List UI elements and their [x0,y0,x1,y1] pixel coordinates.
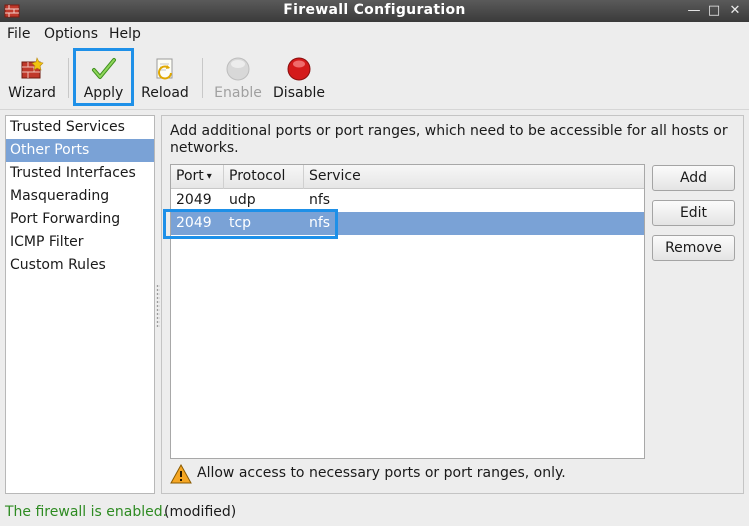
menu-help[interactable]: Help [109,26,141,42]
warning-text: Allow access to necessary ports or port … [197,465,566,481]
wizard-icon [19,56,45,86]
add-button[interactable]: Add [652,165,735,191]
menu-options[interactable]: Options [44,26,98,42]
category-list: Trusted Services Other Ports Trusted Int… [5,115,155,494]
remove-button[interactable]: Remove [652,235,735,261]
modified-indicator: (modified) [164,504,237,520]
status-bar: The firewall is enabled. (modified) [0,499,749,526]
apply-label: Apply [83,85,124,101]
nav-item-other-ports[interactable]: Other Ports [6,139,154,162]
other-ports-panel: Add additional ports or port ranges, whi… [161,115,744,494]
title-bar: Firewall Configuration — □ ✕ [0,0,749,22]
menu-file[interactable]: File [7,26,30,42]
disable-label: Disable [273,85,325,101]
column-header-port-label: Port [176,168,204,184]
nav-item-trusted-services[interactable]: Trusted Services [6,116,154,139]
reload-label: Reload [141,85,189,101]
cell-port: 2049 [176,215,212,231]
ports-table: Port ▾ Protocol Service 2049 udp nfs 2049… [170,164,645,459]
table-row-selected[interactable]: 2049 tcp nfs [171,212,644,235]
window-title: Firewall Configuration [283,2,466,18]
cell-protocol: udp [229,192,256,208]
warning-icon [170,463,192,488]
cell-protocol: tcp [229,215,252,231]
cell-service: nfs [309,192,331,208]
toolbar-separator [202,58,203,98]
nav-item-custom-rules[interactable]: Custom Rules [6,254,154,277]
maximize-icon[interactable]: □ [706,3,722,19]
enable-circle-icon [225,56,251,86]
cell-service: nfs [309,215,331,231]
column-header-port[interactable]: Port ▾ [171,165,224,189]
reload-button[interactable]: Reload [137,48,193,106]
checkmark-icon [91,56,117,86]
firewall-status-text: The firewall is enabled. [5,504,168,520]
column-header-protocol[interactable]: Protocol [224,165,304,189]
close-icon[interactable]: ✕ [727,3,743,19]
toolbar-separator [68,58,69,98]
minimize-icon[interactable]: — [686,3,702,19]
nav-item-masquerading[interactable]: Masquerading [6,185,154,208]
sort-descending-icon: ▾ [206,171,212,182]
pane-splitter-handle[interactable] [156,284,160,328]
toolbar: Wizard Apply Reload Enable Disable [0,46,749,110]
apply-button[interactable]: Apply [73,48,134,106]
nav-item-icmp-filter[interactable]: ICMP Filter [6,231,154,254]
wizard-label: Wizard [8,85,56,101]
menu-bar: File Options Help [0,22,749,46]
column-header-service[interactable]: Service [304,165,644,189]
enable-label: Enable [214,85,262,101]
panel-description: Add additional ports or port ranges, whi… [170,123,728,156]
disable-circle-icon [286,56,312,86]
table-row[interactable]: 2049 udp nfs [171,189,644,212]
wizard-button[interactable]: Wizard [4,48,60,106]
nav-item-port-forwarding[interactable]: Port Forwarding [6,208,154,231]
nav-item-trusted-interfaces[interactable]: Trusted Interfaces [6,162,154,185]
reload-icon [152,56,178,86]
disable-button[interactable]: Disable [270,48,328,106]
edit-button[interactable]: Edit [652,200,735,226]
cell-port: 2049 [176,192,212,208]
enable-button[interactable]: Enable [210,48,266,106]
table-header: Port ▾ Protocol Service [171,165,644,189]
